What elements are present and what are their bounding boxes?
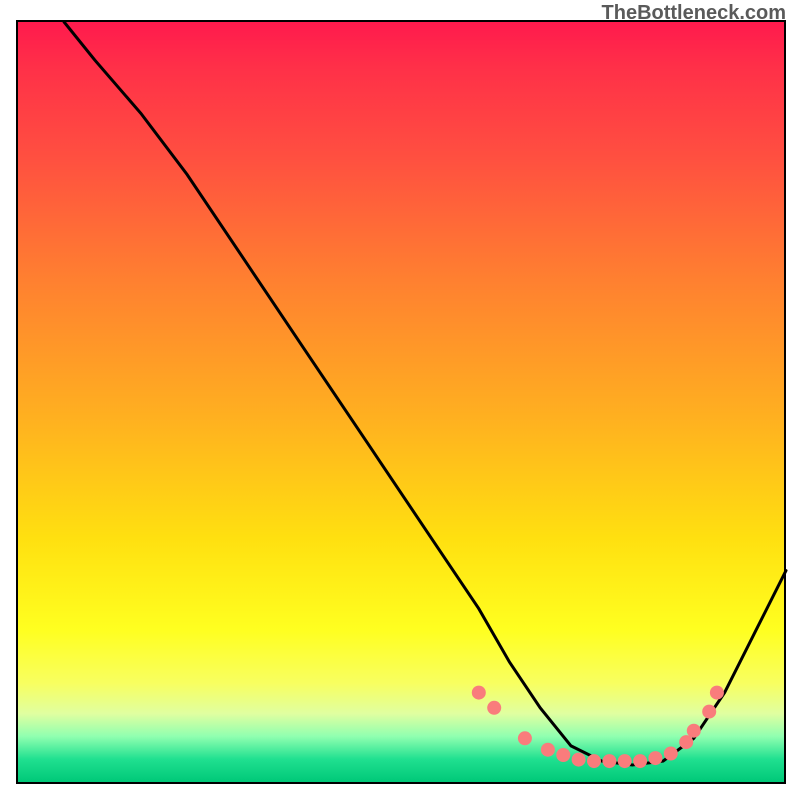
highlight-dot — [556, 748, 570, 762]
bottleneck-curve — [64, 22, 786, 765]
highlight-dot — [633, 754, 647, 768]
highlight-dot — [648, 751, 662, 765]
plot-area — [16, 22, 784, 784]
highlight-dot — [664, 747, 678, 761]
curve-overlay — [18, 22, 786, 784]
highlight-dot — [541, 743, 555, 757]
highlight-dot — [687, 724, 701, 738]
highlight-dot — [602, 754, 616, 768]
highlight-dot — [487, 701, 501, 715]
highlight-dot — [518, 731, 532, 745]
highlight-dot — [587, 754, 601, 768]
highlight-dot — [618, 754, 632, 768]
chart-frame: TheBottleneck.com — [0, 0, 800, 800]
highlight-dot — [472, 686, 486, 700]
highlight-dot — [702, 705, 716, 719]
highlight-dot — [710, 686, 724, 700]
highlight-dot — [572, 753, 586, 767]
highlight-dots — [472, 686, 724, 769]
highlight-dot — [679, 735, 693, 749]
